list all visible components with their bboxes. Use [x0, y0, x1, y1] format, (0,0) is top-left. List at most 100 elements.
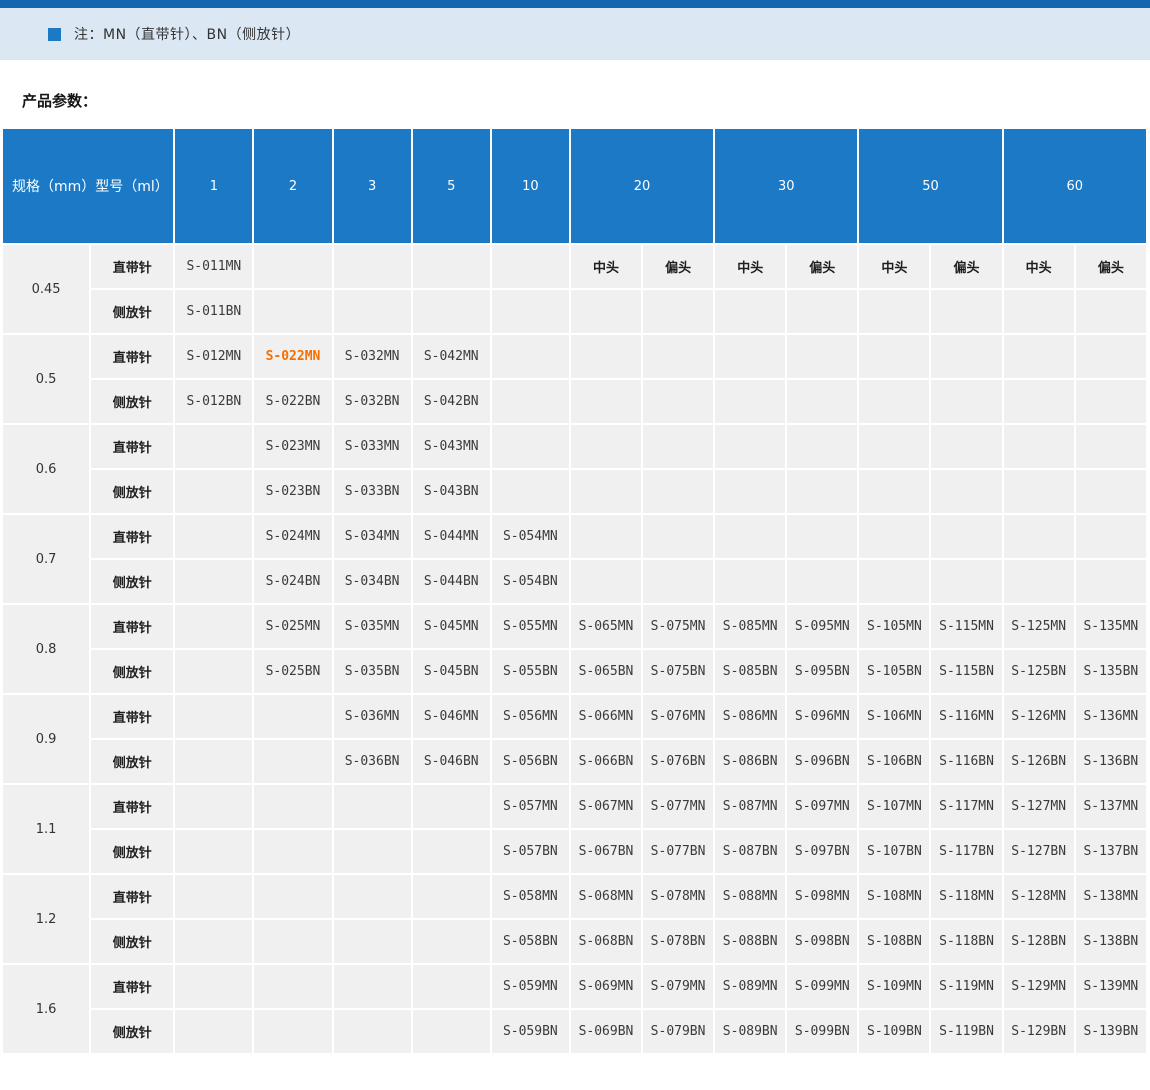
model-cell: S-108BN [859, 920, 929, 963]
table-row: 0.8直带针S-025MNS-035MNS-045MNS-055MNS-065M… [3, 605, 1146, 648]
model-cell: S-125BN [1004, 650, 1074, 693]
model-cell-highlighted[interactable]: S-022MN [254, 335, 331, 378]
empty-cell [175, 1010, 252, 1053]
model-cell: S-059BN [492, 1010, 569, 1053]
empty-cell [334, 875, 411, 918]
empty-cell [787, 425, 857, 468]
table-row: 侧放针S-059BNS-069BNS-079BNS-089BNS-099BNS-… [3, 1010, 1146, 1053]
empty-cell [787, 335, 857, 378]
empty-cell [859, 290, 929, 333]
model-cell: S-056MN [492, 695, 569, 738]
model-cell: S-136MN [1076, 695, 1146, 738]
empty-cell [1004, 470, 1074, 513]
model-cell: S-034MN [334, 515, 411, 558]
model-cell: S-137BN [1076, 830, 1146, 873]
table-row: 0.45直带针S-011MN中头偏头中头偏头中头偏头中头偏头 [3, 245, 1146, 288]
needle-type-cell: 侧放针 [91, 650, 173, 693]
empty-cell [787, 515, 857, 558]
model-cell: S-098MN [787, 875, 857, 918]
model-cell: S-066MN [571, 695, 641, 738]
model-cell: S-095MN [787, 605, 857, 648]
model-cell: S-099MN [787, 965, 857, 1008]
empty-cell [254, 290, 331, 333]
volume-header-50: 50 [859, 129, 1001, 243]
model-cell: S-119BN [931, 1010, 1001, 1053]
needle-type-cell: 侧放针 [91, 560, 173, 603]
volume-header-1: 1 [175, 129, 252, 243]
empty-cell [175, 650, 252, 693]
model-cell: S-139MN [1076, 965, 1146, 1008]
empty-cell [643, 425, 713, 468]
empty-cell [175, 830, 252, 873]
head-type-subheader: 偏头 [787, 245, 857, 288]
head-type-subheader: 中头 [571, 245, 641, 288]
empty-cell [643, 335, 713, 378]
head-type-subheader: 中头 [715, 245, 785, 288]
needle-type-cell: 直带针 [91, 605, 173, 648]
empty-cell [571, 560, 641, 603]
model-cell: S-055MN [492, 605, 569, 648]
model-cell: S-088BN [715, 920, 785, 963]
empty-cell [175, 740, 252, 783]
model-cell: S-068BN [571, 920, 641, 963]
model-cell: S-119MN [931, 965, 1001, 1008]
model-cell: S-086MN [715, 695, 785, 738]
empty-cell [1004, 290, 1074, 333]
needle-type-cell: 直带针 [91, 245, 173, 288]
empty-cell [254, 1010, 331, 1053]
empty-cell [1004, 380, 1074, 423]
model-cell: S-096MN [787, 695, 857, 738]
empty-cell [175, 515, 252, 558]
spec-cell: 0.7 [3, 515, 89, 603]
model-cell: S-126BN [1004, 740, 1074, 783]
empty-cell [175, 965, 252, 1008]
empty-cell [175, 605, 252, 648]
model-cell: S-043BN [413, 470, 490, 513]
empty-cell [787, 470, 857, 513]
empty-cell [1076, 560, 1146, 603]
needle-type-cell: 侧放针 [91, 380, 173, 423]
table-row: 侧放针S-024BNS-034BNS-044BNS-054BN [3, 560, 1146, 603]
table-row: 0.7直带针S-024MNS-034MNS-044MNS-054MN [3, 515, 1146, 558]
model-cell: S-042MN [413, 335, 490, 378]
empty-cell [931, 515, 1001, 558]
model-cell: S-033BN [334, 470, 411, 513]
model-cell: S-085BN [715, 650, 785, 693]
model-cell: S-105BN [859, 650, 929, 693]
empty-cell [643, 515, 713, 558]
empty-cell [787, 380, 857, 423]
empty-cell [175, 875, 252, 918]
model-cell: S-118BN [931, 920, 1001, 963]
model-cell: S-042BN [413, 380, 490, 423]
empty-cell [175, 695, 252, 738]
model-cell: S-129BN [1004, 1010, 1074, 1053]
model-cell: S-128MN [1004, 875, 1074, 918]
empty-cell [859, 515, 929, 558]
model-cell: S-057BN [492, 830, 569, 873]
needle-type-cell: 直带针 [91, 335, 173, 378]
empty-cell [254, 920, 331, 963]
model-cell: S-138BN [1076, 920, 1146, 963]
model-cell: S-117BN [931, 830, 1001, 873]
needle-type-cell: 侧放针 [91, 740, 173, 783]
model-cell: S-024MN [254, 515, 331, 558]
model-cell: S-045MN [413, 605, 490, 648]
model-cell: S-024BN [254, 560, 331, 603]
empty-cell [334, 920, 411, 963]
empty-cell [571, 425, 641, 468]
model-cell: S-032BN [334, 380, 411, 423]
empty-cell [571, 515, 641, 558]
note-bar: 注：MN（直带针）、BN（侧放针） [0, 8, 1150, 60]
model-cell: S-025BN [254, 650, 331, 693]
spec-cell: 0.6 [3, 425, 89, 513]
empty-cell [334, 1010, 411, 1053]
model-cell: S-135BN [1076, 650, 1146, 693]
model-cell: S-139BN [1076, 1010, 1146, 1053]
empty-cell [859, 560, 929, 603]
empty-cell [1076, 425, 1146, 468]
note-bullet-icon [48, 28, 61, 41]
empty-cell [175, 920, 252, 963]
empty-cell [715, 290, 785, 333]
needle-type-cell: 直带针 [91, 515, 173, 558]
empty-cell [334, 245, 411, 288]
